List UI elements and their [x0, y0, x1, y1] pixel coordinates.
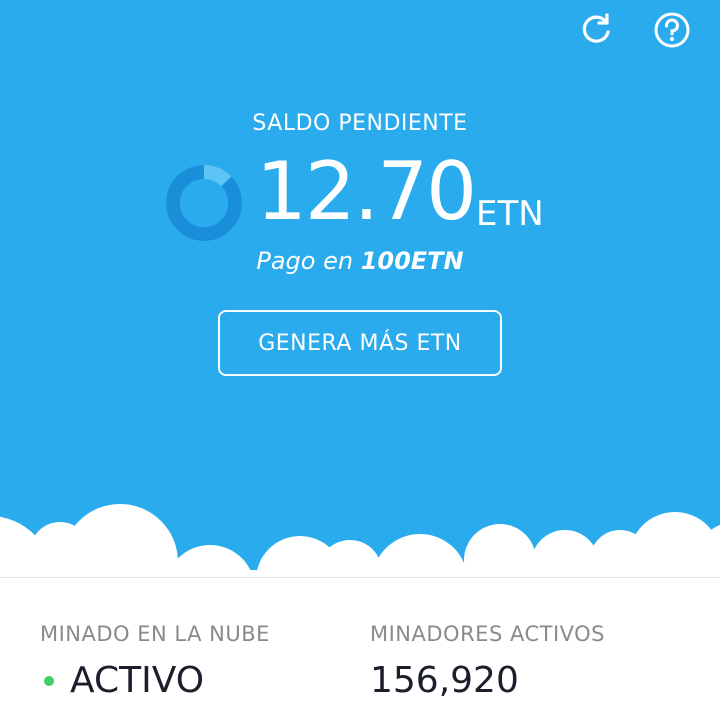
cloud-mining-stat: MINADO EN LA NUBE ACTIVO [40, 622, 270, 701]
section-divider [0, 577, 720, 578]
pending-balance-label: SALDO PENDIENTE [252, 111, 468, 136]
refresh-icon[interactable] [576, 10, 616, 50]
balance-row: 12.70 ETN [0, 145, 720, 241]
active-miners-stat: MINADORES ACTIVOS 156,920 [370, 622, 605, 701]
balance-unit: ETN [476, 194, 544, 234]
cloud-mining-status-text: ACTIVO [70, 660, 205, 701]
cloud-mining-status: ACTIVO [40, 660, 270, 701]
balance-amount: 12.70 [256, 145, 477, 238]
balance-hero: SALDO PENDIENTE 12.70 ETN Pago en 100ETN… [0, 0, 720, 578]
payout-value: 100ETN [360, 247, 464, 275]
active-miners-value: 156,920 [370, 660, 519, 701]
generate-more-button[interactable]: GENERA MÁS ETN [218, 310, 502, 376]
payout-threshold: Pago en 100ETN [0, 247, 720, 275]
help-icon[interactable] [652, 10, 692, 50]
active-miners-label: MINADORES ACTIVOS [370, 622, 605, 646]
cloud-mining-label: MINADO EN LA NUBE [40, 622, 270, 646]
clouds-decoration [0, 504, 720, 578]
payout-progress-ring [166, 165, 242, 241]
active-status-dot [44, 675, 54, 686]
payout-prefix: Pago en [256, 247, 354, 275]
